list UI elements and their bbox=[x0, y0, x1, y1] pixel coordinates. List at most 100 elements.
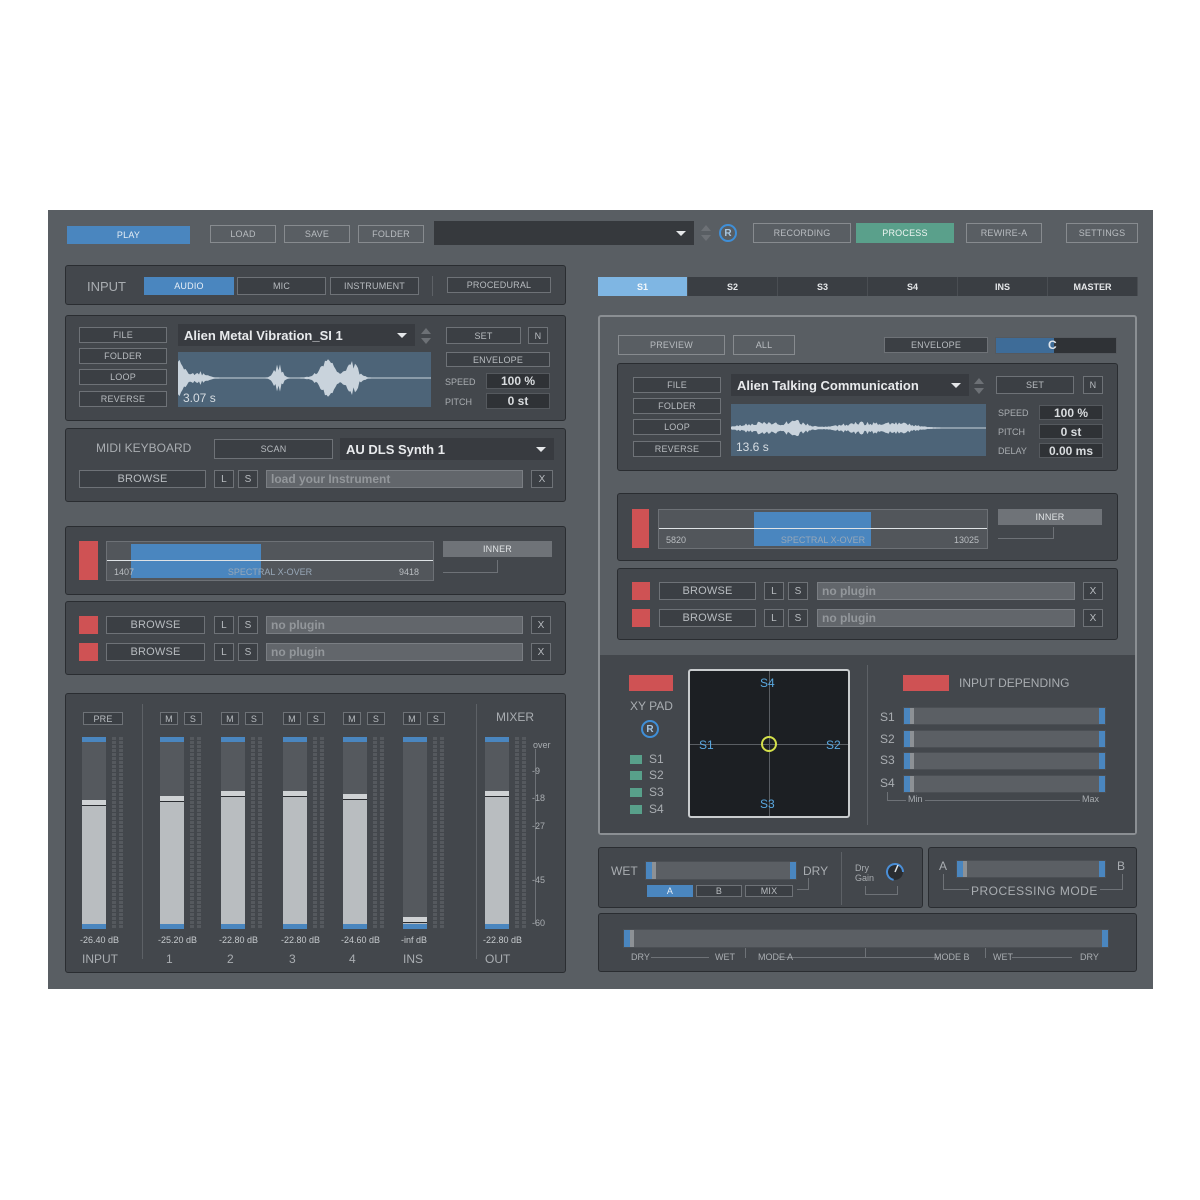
slot-delay-field[interactable]: 0.00 ms bbox=[1039, 443, 1103, 458]
master-slider[interactable] bbox=[623, 929, 1109, 948]
ch-ins-m-button[interactable]: M bbox=[403, 712, 421, 725]
id-row-s3-slider[interactable] bbox=[903, 752, 1106, 770]
play-button[interactable]: PLAY bbox=[67, 226, 190, 244]
legend-s1-swatch[interactable] bbox=[630, 755, 642, 764]
ch-4-s-button[interactable]: S bbox=[367, 712, 385, 725]
dry-gain-knob-icon[interactable] bbox=[884, 861, 906, 883]
l-button[interactable]: L bbox=[214, 470, 234, 488]
all-button[interactable]: ALL bbox=[733, 335, 795, 355]
id-row-s2-slider[interactable] bbox=[903, 730, 1106, 748]
spectral-xover-slider[interactable]: 1407 SPECTRAL X-OVER 9418 bbox=[106, 541, 434, 581]
fader-handle[interactable] bbox=[403, 917, 427, 924]
xy-pad[interactable]: S4 S1 S2 S3 bbox=[688, 669, 850, 818]
mode-a-button[interactable]: A bbox=[647, 885, 693, 897]
tab-ins[interactable]: INS bbox=[958, 277, 1048, 296]
slot-plugin-2-l[interactable]: L bbox=[764, 609, 784, 627]
slot-waveform-display[interactable]: 13.6 s bbox=[731, 404, 986, 456]
slot-plugin-2-close-icon[interactable]: X bbox=[1083, 609, 1103, 627]
plugin-2-close-icon[interactable]: X bbox=[531, 643, 551, 661]
scan-button[interactable]: SCAN bbox=[214, 439, 333, 459]
mode-mix-button[interactable]: MIX bbox=[745, 885, 793, 897]
speed-field[interactable]: 100 % bbox=[486, 373, 550, 389]
set-button[interactable]: SET bbox=[446, 327, 521, 344]
ch-ins-s-button[interactable]: S bbox=[427, 712, 445, 725]
slot-plugin-1-close-icon[interactable]: X bbox=[1083, 582, 1103, 600]
process-button[interactable]: PROCESS bbox=[856, 223, 954, 243]
tab-s2[interactable]: S2 bbox=[688, 277, 778, 296]
slot-set-button[interactable]: SET bbox=[996, 376, 1074, 394]
ch-2-fader[interactable] bbox=[221, 737, 245, 929]
ch-3-m-button[interactable]: M bbox=[283, 712, 301, 725]
wetdry-slider[interactable] bbox=[645, 861, 797, 880]
waveform-display[interactable]: 3.07 s bbox=[178, 352, 431, 407]
synth-dropdown[interactable]: AU DLS Synth 1 bbox=[340, 438, 554, 460]
plugin-2-name[interactable]: no plugin bbox=[266, 643, 523, 661]
input-depending-toggle[interactable] bbox=[903, 675, 949, 691]
inner-button[interactable]: INNER bbox=[443, 541, 552, 557]
tab-master[interactable]: MASTER bbox=[1048, 277, 1138, 296]
slot-mute-toggle[interactable] bbox=[632, 509, 649, 548]
fader-handle[interactable] bbox=[485, 790, 509, 797]
ch-input-fader[interactable] bbox=[82, 737, 106, 929]
slot-plugin-1-toggle[interactable] bbox=[632, 582, 650, 600]
fader-handle[interactable] bbox=[343, 794, 367, 801]
slot-plugin-1-name[interactable]: no plugin bbox=[817, 582, 1075, 600]
reverse-button[interactable]: REVERSE bbox=[79, 391, 167, 407]
tab-s3[interactable]: S3 bbox=[778, 277, 868, 296]
fader-handle[interactable] bbox=[82, 800, 106, 807]
slot-inner-button[interactable]: INNER bbox=[998, 509, 1102, 525]
slot-plugin-2-s[interactable]: S bbox=[788, 609, 808, 627]
ch-3-s-button[interactable]: S bbox=[307, 712, 325, 725]
ch-2-s-button[interactable]: S bbox=[245, 712, 263, 725]
plugin-2-s[interactable]: S bbox=[238, 643, 258, 661]
sample-stepper-icon[interactable] bbox=[421, 327, 431, 345]
tab-s1[interactable]: S1 bbox=[598, 277, 688, 296]
fader-handle[interactable] bbox=[221, 790, 245, 797]
save-button[interactable]: SAVE bbox=[284, 225, 350, 243]
settings-button[interactable]: SETTINGS bbox=[1066, 223, 1138, 243]
ch-1-fader[interactable] bbox=[160, 737, 184, 929]
tab-instrument[interactable]: INSTRUMENT bbox=[330, 277, 419, 295]
pitch-field[interactable]: 0 st bbox=[486, 393, 550, 409]
record-r-icon[interactable]: R bbox=[719, 224, 737, 242]
n-button[interactable]: N bbox=[528, 327, 548, 344]
tab-audio[interactable]: AUDIO bbox=[144, 277, 234, 295]
instrument-input[interactable]: load your Instrument bbox=[266, 470, 523, 488]
preview-button[interactable]: PREVIEW bbox=[618, 335, 725, 355]
tab-mic[interactable]: MIC bbox=[237, 277, 326, 295]
mode-b-button[interactable]: B bbox=[696, 885, 742, 897]
slot-folder-button[interactable]: FOLDER bbox=[633, 398, 721, 414]
slot-sample-dropdown[interactable]: Alien Talking Communication bbox=[731, 374, 969, 396]
fader-handle[interactable] bbox=[283, 790, 307, 797]
load-button[interactable]: LOAD bbox=[210, 225, 276, 243]
xy-cursor[interactable] bbox=[761, 735, 777, 752]
plugin-1-name[interactable]: no plugin bbox=[266, 616, 523, 634]
legend-s3-swatch[interactable] bbox=[630, 788, 642, 797]
ch-3-fader[interactable] bbox=[283, 737, 307, 929]
slot-n-button[interactable]: N bbox=[1083, 376, 1103, 394]
key-selector[interactable]: C bbox=[995, 337, 1117, 354]
slot-plugin-2-browse[interactable]: BROWSE bbox=[659, 609, 756, 627]
ch-1-s-button[interactable]: S bbox=[184, 712, 202, 725]
xy-r-icon[interactable]: R bbox=[641, 720, 659, 738]
slot-plugin-2-name[interactable]: no plugin bbox=[817, 609, 1075, 627]
recording-button[interactable]: RECORDING bbox=[753, 223, 851, 243]
slot-loop-button[interactable]: LOOP bbox=[633, 419, 721, 435]
ch-4-m-button[interactable]: M bbox=[343, 712, 361, 725]
slot-file-button[interactable]: FILE bbox=[633, 377, 721, 393]
slot-speed-field[interactable]: 100 % bbox=[1039, 405, 1103, 420]
ch-ins-fader[interactable] bbox=[403, 737, 427, 929]
plugin-2-toggle[interactable] bbox=[79, 643, 98, 661]
ch-out-fader[interactable] bbox=[485, 737, 509, 929]
envelope-button[interactable]: ENVELOPE bbox=[446, 352, 550, 367]
plugin-2-browse[interactable]: BROWSE bbox=[106, 643, 205, 661]
slot-plugin-1-l[interactable]: L bbox=[764, 582, 784, 600]
plugin-1-l[interactable]: L bbox=[214, 616, 234, 634]
ch-1-m-button[interactable]: M bbox=[160, 712, 178, 725]
plugin-2-l[interactable]: L bbox=[214, 643, 234, 661]
folder-button[interactable]: FOLDER bbox=[358, 225, 424, 243]
preset-stepper-icon[interactable] bbox=[701, 224, 711, 242]
file-button[interactable]: FILE bbox=[79, 327, 167, 343]
fader-handle[interactable] bbox=[160, 796, 184, 803]
slot-reverse-button[interactable]: REVERSE bbox=[633, 441, 721, 457]
